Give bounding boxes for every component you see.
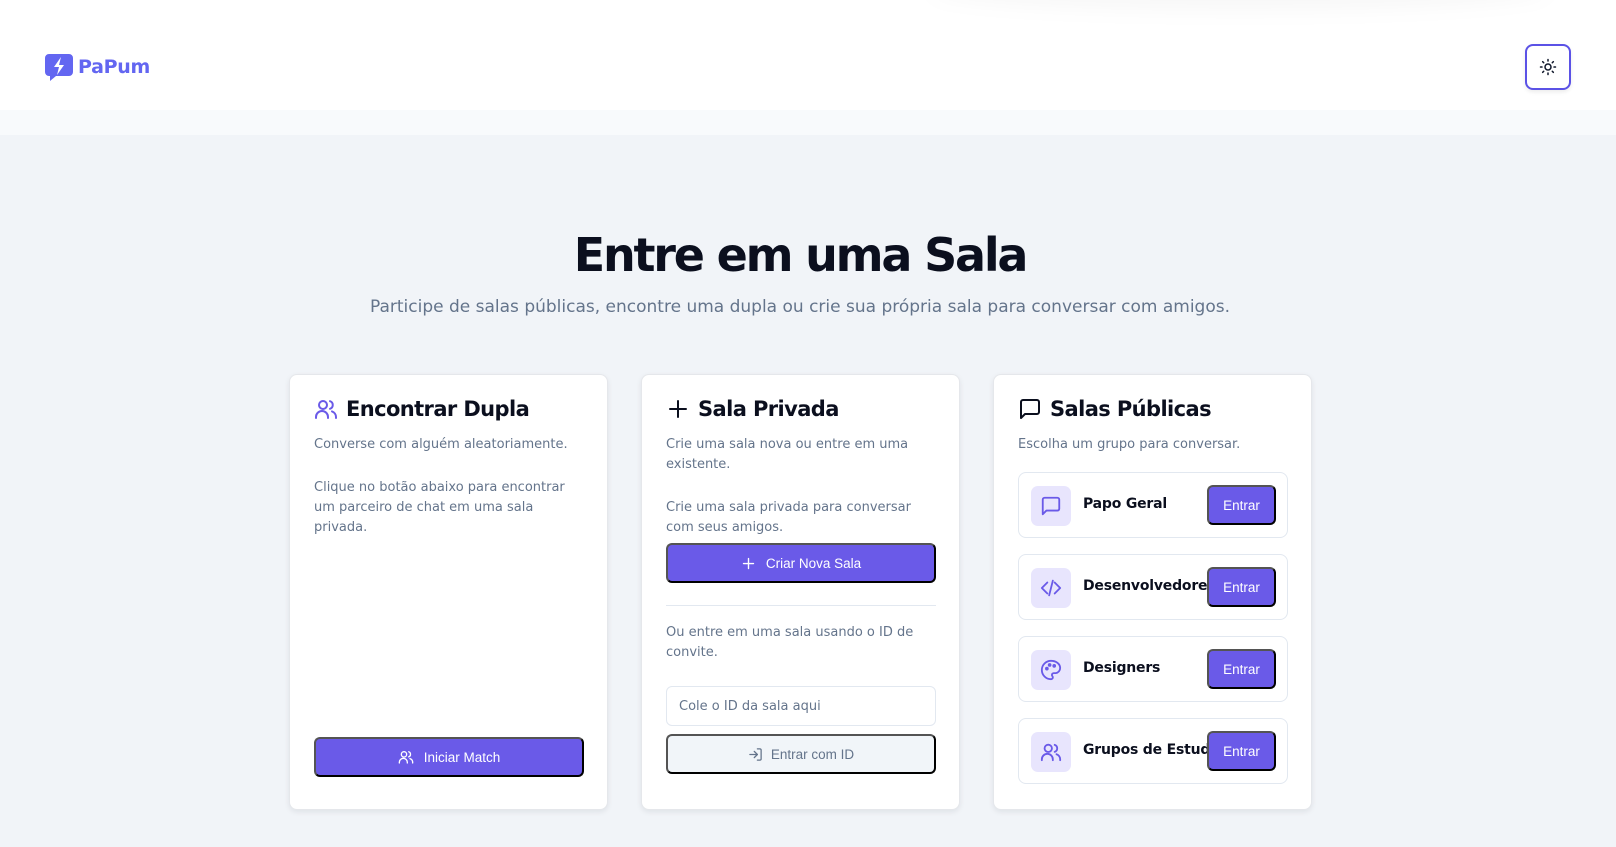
public-room-item: Desenvolvedores Entrar bbox=[1018, 554, 1288, 620]
public-room-item: Papo Geral Entrar bbox=[1018, 472, 1288, 538]
private-card-header: Sala Privada bbox=[666, 397, 839, 421]
match-card: Encontrar Dupla Converse com alguém alea… bbox=[289, 374, 608, 810]
public-room-item: Designers Entrar bbox=[1018, 636, 1288, 702]
start-match-label: Iniciar Match bbox=[423, 749, 501, 765]
public-card-header: Salas Públicas bbox=[1018, 397, 1212, 421]
enter-room-button[interactable]: Entrar bbox=[1207, 649, 1276, 689]
enter-room-button[interactable]: Entrar bbox=[1207, 485, 1276, 525]
log-in-icon bbox=[749, 747, 762, 761]
users-icon bbox=[398, 751, 414, 764]
room-name: Papo Geral bbox=[1083, 496, 1167, 512]
users-icon bbox=[315, 400, 337, 419]
room-icon-box bbox=[1031, 568, 1071, 608]
logo-bolt-icon bbox=[45, 54, 73, 81]
create-room-label: Criar Nova Sala bbox=[765, 555, 862, 571]
message-square-icon bbox=[1041, 496, 1061, 516]
header-glow bbox=[930, 0, 1550, 10]
match-card-title: Encontrar Dupla bbox=[346, 397, 530, 421]
header-fade bbox=[0, 110, 1616, 135]
private-card-description: Crie uma sala privada para conversar com… bbox=[666, 500, 911, 535]
room-icon-box bbox=[1031, 650, 1071, 690]
private-card-title: Sala Privada bbox=[698, 397, 839, 421]
app-logo[interactable]: PaPum bbox=[44, 52, 150, 82]
enter-room-button[interactable]: Entrar bbox=[1207, 567, 1276, 607]
code-icon bbox=[1040, 579, 1062, 597]
page-title: Entre em uma Sala bbox=[573, 228, 1029, 282]
private-room-card: Sala Privada Crie uma sala nova ou entre… bbox=[641, 374, 960, 810]
match-card-description: Clique no botão abaixo para encontrar um… bbox=[314, 480, 565, 535]
plus-icon bbox=[742, 557, 755, 569]
join-by-id-text: Ou entre em uma sala usando o ID de conv… bbox=[666, 625, 914, 660]
join-with-id-label: Entrar com ID bbox=[770, 746, 855, 762]
join-with-id-button[interactable]: Entrar com ID bbox=[666, 734, 936, 774]
page-subtitle: Participe de salas públicas, encontre um… bbox=[369, 297, 1230, 317]
top-header: PaPum bbox=[0, 0, 1616, 135]
theme-toggle-button[interactable] bbox=[1525, 44, 1571, 90]
private-card-subtitle: Crie uma sala nova ou entre em uma exist… bbox=[666, 437, 909, 472]
app-name: PaPum bbox=[78, 56, 150, 78]
room-icon-box bbox=[1031, 732, 1071, 772]
match-card-subtitle: Converse com alguém aleatoriamente. bbox=[314, 437, 568, 452]
section-divider bbox=[666, 605, 936, 606]
enter-room-button[interactable]: Entrar bbox=[1207, 731, 1276, 771]
room-name: Grupos de Estudo bbox=[1083, 742, 1220, 758]
public-card-title: Salas Públicas bbox=[1050, 397, 1212, 421]
start-match-button[interactable]: Iniciar Match bbox=[314, 737, 584, 777]
message-square-icon bbox=[1020, 399, 1040, 419]
sun-icon bbox=[1539, 58, 1557, 76]
public-card-subtitle: Escolha um grupo para conversar. bbox=[1018, 437, 1241, 452]
plus-icon bbox=[669, 400, 687, 418]
room-icon-box bbox=[1031, 486, 1071, 526]
room-name: Designers bbox=[1083, 660, 1161, 676]
match-card-header: Encontrar Dupla bbox=[314, 397, 530, 421]
users-icon bbox=[1040, 743, 1062, 762]
public-rooms-card: Salas Públicas Escolha um grupo para con… bbox=[993, 374, 1312, 810]
room-id-input[interactable] bbox=[666, 686, 936, 726]
public-room-item: Grupos de Estudo Entrar bbox=[1018, 718, 1288, 784]
room-name: Desenvolvedores bbox=[1083, 578, 1216, 594]
palette-icon bbox=[1040, 659, 1062, 681]
create-room-button[interactable]: Criar Nova Sala bbox=[666, 543, 936, 583]
